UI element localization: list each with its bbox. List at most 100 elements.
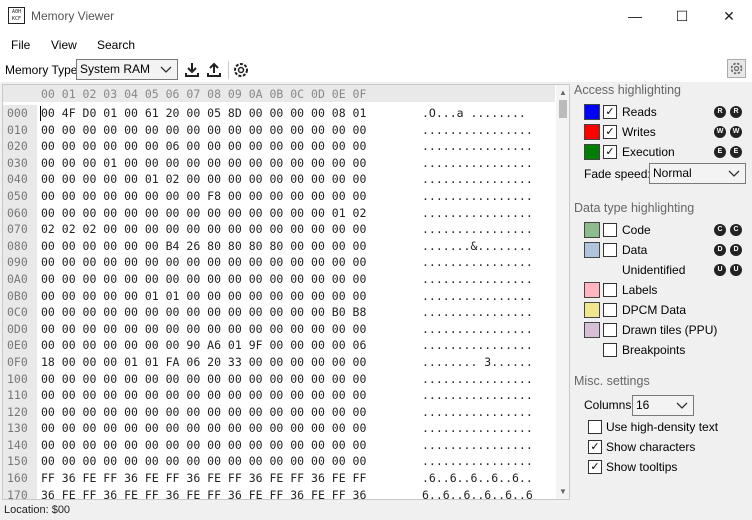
row-hex-bytes[interactable]: 00 00 00 00 00 00 00 00 00 00 00 00 00 0… <box>41 453 366 470</box>
menu-search[interactable]: Search <box>97 38 135 52</box>
minimize-button[interactable]: — <box>612 0 658 32</box>
row-hex-bytes[interactable]: 00 00 00 00 00 00 00 00 00 00 00 00 00 0… <box>41 404 366 421</box>
checkbox[interactable] <box>603 283 617 297</box>
checkbox[interactable] <box>603 243 617 257</box>
row-hex-bytes[interactable]: 36 FE FF 36 FE FF 36 FE FF 36 FE FF 36 F… <box>41 487 366 499</box>
row-characters[interactable]: ................ <box>422 420 533 437</box>
row-characters[interactable]: ................ <box>422 122 533 139</box>
row-hex-bytes[interactable]: 00 00 00 00 00 00 00 00 00 00 00 00 00 0… <box>41 321 366 338</box>
row-characters[interactable]: ................ <box>422 321 533 338</box>
row-hex-bytes[interactable]: FF 36 FE FF 36 FE FF 36 FE FF 36 FE FF 3… <box>41 470 366 487</box>
row-hex-bytes[interactable]: 18 00 00 00 01 01 FA 06 20 33 00 00 00 0… <box>41 354 366 371</box>
row-characters[interactable]: ................ <box>422 155 533 172</box>
color-swatch[interactable] <box>584 124 600 140</box>
row-characters[interactable]: ........ 3...... <box>422 354 533 371</box>
color-swatch[interactable] <box>584 282 600 298</box>
row-hex-bytes[interactable]: 00 00 00 00 00 00 06 00 00 00 00 00 00 0… <box>41 138 366 155</box>
datatype-option[interactable]: Data D D <box>584 241 749 259</box>
row-address: 110 <box>3 387 37 404</box>
checkbox[interactable]: ✓ <box>603 145 617 159</box>
row-hex-bytes[interactable]: 00 00 00 00 00 00 00 00 00 00 00 00 00 0… <box>41 387 366 404</box>
checkbox[interactable] <box>603 223 617 237</box>
datatype-option[interactable]: Code C C <box>584 221 749 239</box>
row-hex-bytes[interactable]: 00 00 00 01 00 00 00 00 00 00 00 00 00 0… <box>41 155 366 172</box>
row-hex-bytes[interactable]: 00 00 00 00 00 00 00 00 00 00 00 00 00 0… <box>41 420 366 437</box>
checkbox[interactable]: ✓ <box>588 460 602 474</box>
row-characters[interactable]: ................ <box>422 404 533 421</box>
row-characters[interactable]: ................ <box>422 387 533 404</box>
settings-gear-button[interactable] <box>727 59 746 78</box>
fade-speed-select[interactable]: Normal <box>649 163 746 184</box>
row-characters[interactable]: .......&........ <box>422 238 533 255</box>
datatype-option[interactable]: Labels <box>584 281 749 299</box>
row-hex-bytes[interactable]: 00 00 00 00 00 00 00 00 00 00 00 00 00 0… <box>41 371 366 388</box>
misc-option[interactable]: Use high-density text <box>584 418 749 436</box>
row-characters[interactable]: ................ <box>422 205 533 222</box>
close-button[interactable]: ✕ <box>706 0 752 32</box>
row-hex-bytes[interactable]: 00 00 00 00 00 01 02 00 00 00 00 00 00 0… <box>41 171 366 188</box>
memory-type-select[interactable]: System RAM <box>76 59 178 80</box>
misc-option[interactable]: ✓ Show characters <box>584 438 749 456</box>
checkbox[interactable] <box>603 303 617 317</box>
row-characters[interactable]: ................ <box>422 337 533 354</box>
row-hex-bytes[interactable]: 02 02 02 00 00 00 00 00 00 00 00 00 00 0… <box>41 221 366 238</box>
color-swatch[interactable] <box>584 222 600 238</box>
maximize-button[interactable]: ☐ <box>659 0 705 32</box>
row-hex-bytes[interactable]: 00 00 00 00 00 00 00 00 00 00 00 00 00 0… <box>41 122 366 139</box>
datatype-option[interactable]: DPCM Data <box>584 301 749 319</box>
checkbox[interactable]: ✓ <box>603 125 617 139</box>
row-characters[interactable]: .6..6..6..6..6.. <box>422 470 533 487</box>
access-option-execution[interactable]: ✓ Execution E E <box>584 143 749 161</box>
import-icon[interactable] <box>183 61 201 79</box>
datatype-option[interactable]: Drawn tiles (PPU) <box>584 321 749 339</box>
row-hex-bytes[interactable]: 00 00 00 00 00 00 00 00 F8 00 00 00 00 0… <box>41 188 366 205</box>
color-swatch[interactable] <box>584 242 600 258</box>
scrollbar-thumb[interactable] <box>559 100 567 118</box>
row-hex-bytes[interactable]: 00 00 00 00 00 00 B4 26 80 80 80 80 00 0… <box>41 238 366 255</box>
menu-view[interactable]: View <box>51 38 77 52</box>
row-hex-bytes[interactable]: 00 00 00 00 00 00 00 00 00 00 00 00 00 0… <box>41 437 366 454</box>
misc-option[interactable]: ✓ Show tooltips <box>584 458 749 476</box>
access-option-reads[interactable]: ✓ Reads R R <box>584 103 749 121</box>
row-characters[interactable]: ................ <box>422 288 533 305</box>
color-swatch[interactable] <box>584 302 600 318</box>
hex-editor[interactable]: 00 01 02 03 04 05 06 07 08 09 0A 0B 0C 0… <box>2 84 570 500</box>
color-swatch[interactable] <box>584 144 600 160</box>
row-characters[interactable]: ................ <box>422 254 533 271</box>
checkbox[interactable]: ✓ <box>603 105 617 119</box>
color-swatch[interactable] <box>584 322 600 338</box>
scroll-down-icon[interactable]: ▼ <box>558 487 568 497</box>
row-hex-bytes[interactable]: 00 00 00 00 00 00 00 00 00 00 00 00 00 0… <box>41 304 366 321</box>
row-characters[interactable]: ................ <box>422 188 533 205</box>
row-characters[interactable]: ................ <box>422 271 533 288</box>
access-option-writes[interactable]: ✓ Writes W W <box>584 123 749 141</box>
row-characters[interactable]: ................ <box>422 371 533 388</box>
datatype-option[interactable]: Breakpoints <box>584 341 749 359</box>
menu-file[interactable]: File <box>11 38 30 52</box>
row-hex-bytes[interactable]: 00 00 00 00 00 01 01 00 00 00 00 00 00 0… <box>41 288 366 305</box>
row-characters[interactable]: 6..6..6..6..6..6 <box>422 487 533 499</box>
checkbox[interactable]: ✓ <box>588 440 602 454</box>
row-characters[interactable]: ................ <box>422 437 533 454</box>
checkbox[interactable] <box>603 343 617 357</box>
color-swatch[interactable] <box>584 104 600 120</box>
datatype-option[interactable]: Unidentified U U <box>584 261 749 279</box>
row-characters[interactable]: ................ <box>422 221 533 238</box>
checkbox[interactable] <box>588 420 602 434</box>
row-characters[interactable]: ................ <box>422 138 533 155</box>
vertical-scrollbar[interactable]: ▲ ▼ <box>556 85 569 499</box>
row-characters[interactable]: ................ <box>422 304 533 321</box>
refresh-settings-icon[interactable] <box>232 61 250 79</box>
export-icon[interactable] <box>205 61 223 79</box>
row-hex-bytes[interactable]: 00 00 00 00 00 00 00 00 00 00 00 00 00 0… <box>41 271 366 288</box>
columns-select[interactable]: 16 <box>632 395 694 416</box>
row-hex-bytes[interactable]: 00 00 00 00 00 00 00 90 A6 01 9F 00 00 0… <box>41 337 366 354</box>
checkbox[interactable] <box>603 323 617 337</box>
row-characters[interactable]: .O...a ........ <box>422 105 526 122</box>
row-characters[interactable]: ................ <box>422 171 533 188</box>
row-hex-bytes[interactable]: 00 00 00 00 00 00 00 00 00 00 00 00 00 0… <box>41 254 366 271</box>
row-hex-bytes[interactable]: 00 00 00 00 00 00 00 00 00 00 00 00 00 0… <box>41 205 366 222</box>
row-characters[interactable]: ................ <box>422 453 533 470</box>
row-hex-bytes[interactable]: 00 4F D0 01 00 61 20 00 05 8D 00 00 00 0… <box>41 105 366 122</box>
scroll-up-icon[interactable]: ▲ <box>558 88 568 98</box>
